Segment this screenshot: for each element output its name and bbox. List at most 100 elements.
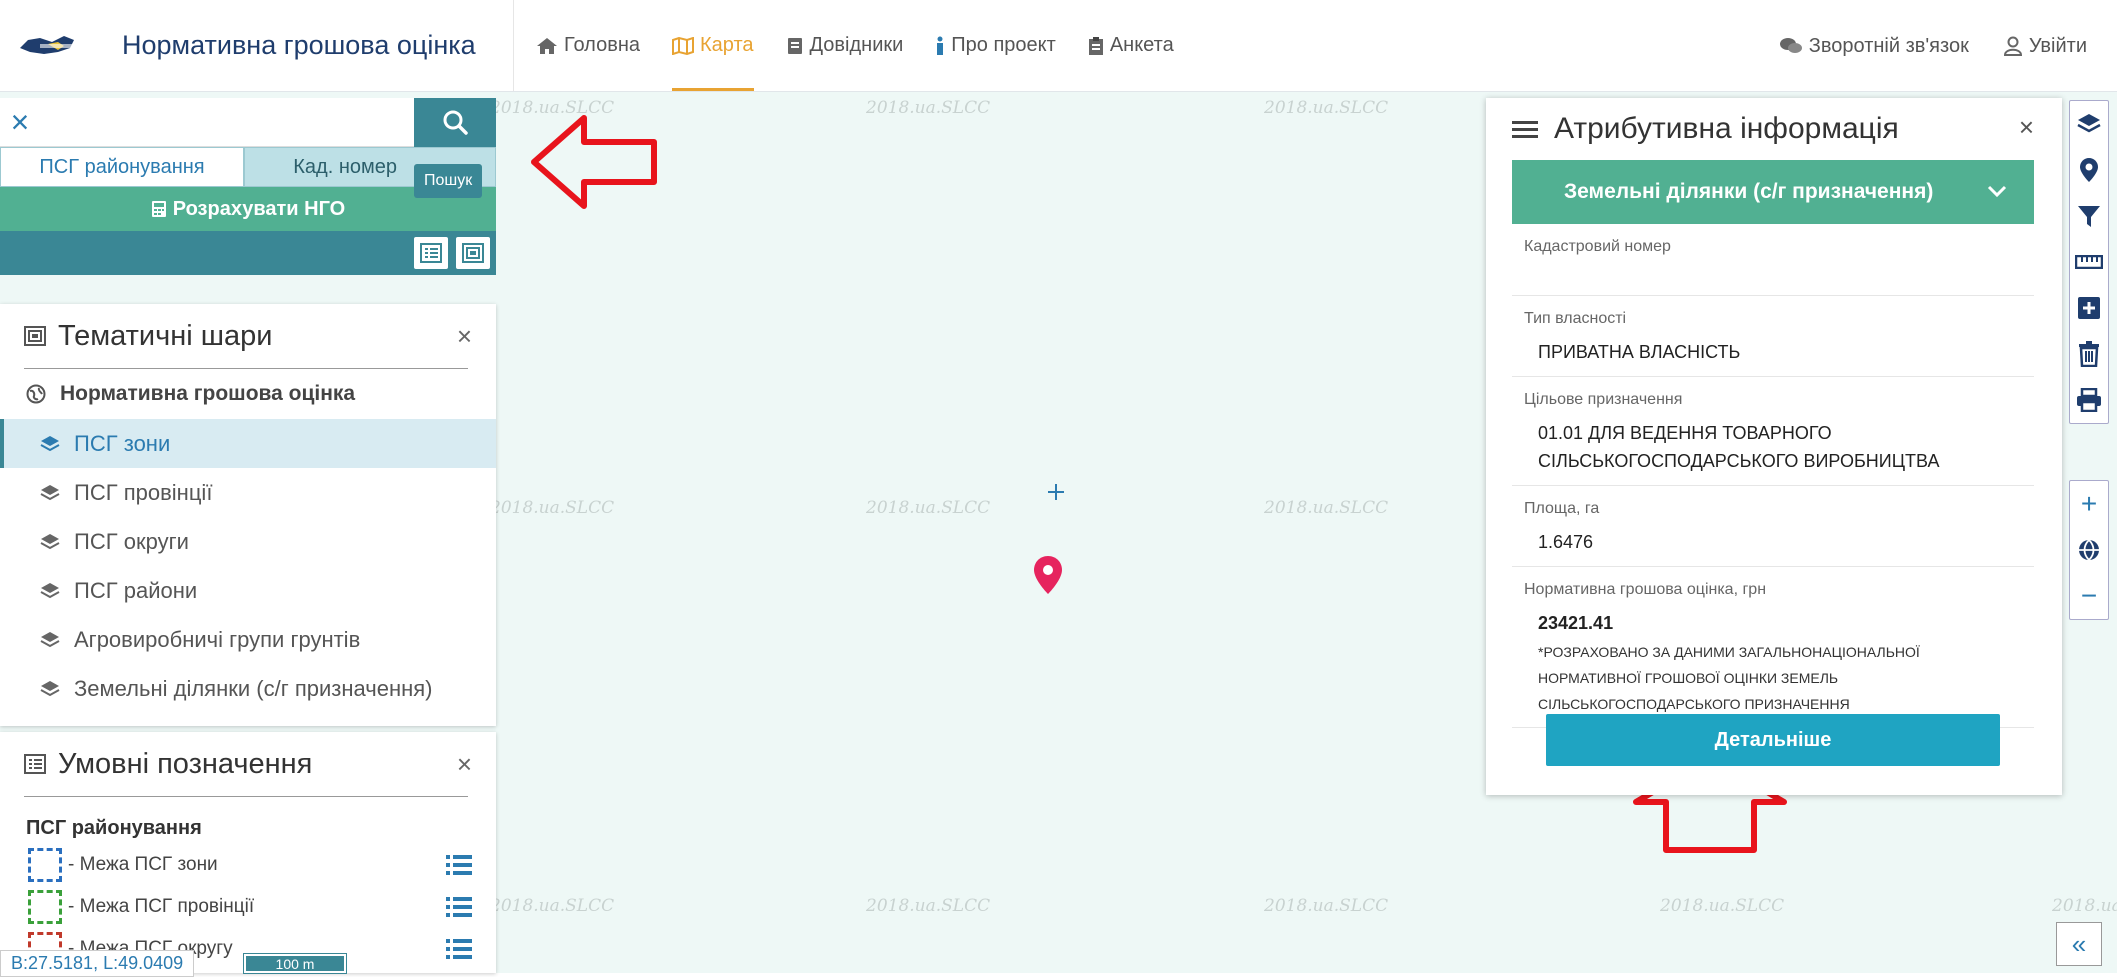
layers-toggle-button[interactable] [456, 237, 490, 269]
left-panel: × ПСГ районування Кад. номер Пошук Розра… [0, 97, 496, 275]
watermark: 2018.ua.SLCC [490, 498, 615, 518]
layer-label: Агровиробничі групи грунтів [74, 626, 361, 652]
field-value: 01.01 ДЛЯ ВЕДЕННЯ ТОВАРНОГО СІЛЬСЬКОГОСП… [1538, 423, 1940, 471]
list-icon [420, 243, 442, 263]
watermark: 2018.ua.SLCC [1264, 498, 1389, 518]
feedback-link[interactable]: Зворотній зв'язок [1779, 0, 1969, 92]
layers-icon[interactable] [2070, 101, 2108, 147]
info-icon [937, 36, 944, 55]
search-icon [443, 110, 468, 135]
legend-label: - Межа ПСГ зони [68, 854, 218, 875]
stack-icon [40, 435, 60, 451]
search-button[interactable] [414, 97, 496, 147]
layer-item[interactable]: ПСГ округи [0, 517, 496, 566]
legend-item: - Межа ПСГ зони [0, 844, 496, 886]
field-ngo-value: Нормативна грошова оцінка, грн 23421.41 … [1512, 567, 2034, 728]
legend-header: Умовні позначення × [0, 732, 496, 796]
watermark: 2018.ua.SLCC [1264, 896, 1389, 916]
layer-label: ПСГ райони [74, 577, 198, 603]
legend-toggle-button[interactable] [414, 237, 448, 269]
top-navbar: Нормативна грошова оцінка Головна Карта … [0, 0, 2117, 92]
zoom-in-button[interactable]: + [2070, 481, 2108, 527]
menu-icon [1512, 121, 1538, 138]
location-pin-icon[interactable] [2070, 147, 2108, 193]
nav-survey[interactable]: Анкета [1088, 0, 1174, 91]
logo-icon [18, 30, 114, 62]
layer-item[interactable]: ПСГ провінції [0, 468, 496, 517]
panel-toolbar [0, 231, 496, 275]
ruler-icon[interactable] [2070, 239, 2108, 285]
add-icon[interactable] [2070, 285, 2108, 331]
field-note: *РОЗРАХОВАНО ЗА ДАНИМИ ЗАГАЛЬНОНАЦІОНАЛЬ… [1538, 644, 1920, 712]
search-bar: × [0, 97, 496, 147]
nav-about[interactable]: Про проект [935, 0, 1056, 91]
field-cadastral-number: Кадастровий номер [1512, 224, 2034, 296]
close-icon[interactable]: × [457, 321, 472, 352]
stack-icon [40, 533, 60, 549]
watermark: 2018.ua.SLCC [1660, 896, 1785, 916]
collapse-panel-button[interactable]: « [2056, 922, 2102, 966]
watermark: 2018.ua.SLCC [490, 896, 615, 916]
layer-label: ПСГ провінції [74, 479, 213, 505]
thematic-layers-panel: Тематичні шари × Нормативна грошова оцін… [0, 304, 496, 726]
layer-select-dropdown[interactable]: Земельні ділянки (с/г призначення) [1512, 160, 2034, 224]
details-button[interactable]: Детальніше [1546, 714, 2000, 766]
layer-item[interactable]: Агровиробничі групи грунтів [0, 615, 496, 664]
globe-icon [26, 384, 46, 404]
legend-group-title: ПСГ районування [26, 817, 202, 839]
field-purpose: Цільове призначення 01.01 ДЛЯ ВЕДЕННЯ ТО… [1512, 377, 2034, 486]
layer-item[interactable]: ПСГ райони [0, 566, 496, 615]
selected-layer-label: Земельні ділянки (с/г призначення) [1564, 180, 1934, 203]
field-value: 23421.41 [1538, 613, 1614, 633]
list-menu-icon[interactable] [446, 854, 472, 876]
print-icon[interactable] [2070, 377, 2108, 423]
tab-cadastral-label: Кад. номер [293, 155, 397, 178]
annotation-arrow-left [531, 115, 657, 209]
user-icon [2003, 36, 2022, 56]
app-title: Нормативна грошова оцінка [122, 30, 476, 60]
layer-item[interactable]: ПСГ зони [0, 419, 496, 468]
nav-about-label: Про проект [951, 34, 1056, 56]
thematic-layers-title: Тематичні шари [58, 319, 273, 352]
layer-label: ПСГ зони [74, 430, 171, 456]
layer-item[interactable]: Земельні ділянки (с/г призначення) [0, 664, 496, 713]
legend-panel: Умовні позначення × ПСГ районування - Ме… [0, 732, 496, 973]
field-label: Нормативна грошова оцінка, грн [1524, 581, 1767, 598]
legend-item: - Межа ПСГ провінції [0, 886, 496, 928]
stack-icon [40, 484, 60, 500]
watermark: 2018.ua.SLCC [2052, 896, 2117, 916]
field-label: Кадастровий номер [1524, 238, 1671, 255]
watermark: 2018.ua.SLCC [1264, 98, 1389, 118]
stack-icon [40, 680, 60, 696]
nav-survey-label: Анкета [1109, 34, 1174, 56]
map-marker-icon[interactable] [1032, 554, 1064, 596]
field-ownership-type: Тип власності ПРИВАТНА ВЛАСНІСТЬ [1512, 296, 2034, 377]
trash-icon[interactable] [2070, 331, 2108, 377]
search-input[interactable] [40, 98, 414, 146]
login-link[interactable]: Увійти [2003, 0, 2087, 92]
list-menu-icon[interactable] [446, 938, 472, 960]
layer-group-ngo[interactable]: Нормативна грошова оцінка [0, 369, 496, 419]
comments-icon [1779, 38, 1802, 53]
nav-home[interactable]: Головна [536, 0, 640, 91]
list-menu-icon[interactable] [446, 896, 472, 918]
zoom-controls: + − [2069, 480, 2109, 620]
nav-map[interactable]: Карта [672, 0, 754, 91]
close-icon[interactable]: × [2019, 112, 2034, 143]
close-icon[interactable]: × [457, 749, 472, 780]
search-tooltip: Пошук [414, 164, 483, 198]
layer-label: Земельні ділянки (с/г призначення) [74, 675, 433, 701]
filter-icon[interactable] [2070, 193, 2108, 239]
field-value: 1.6476 [1538, 532, 1594, 552]
zoom-out-button[interactable]: − [2070, 573, 2108, 619]
nav-directories[interactable]: Довідники [786, 0, 904, 91]
field-label: Цільове призначення [1524, 391, 1683, 408]
logo-area[interactable]: Нормативна грошова оцінка [0, 0, 514, 91]
tab-psg-zoning[interactable]: ПСГ районування [0, 147, 244, 187]
nav-directories-label: Довідники [809, 34, 904, 56]
field-area: Площа, га 1.6476 [1512, 486, 2034, 567]
layer-group-label: Нормативна грошова оцінка [60, 382, 356, 405]
map-tools-toolbar [2069, 100, 2109, 424]
globe-icon[interactable] [2070, 527, 2108, 573]
clear-search-icon[interactable]: × [0, 106, 40, 138]
